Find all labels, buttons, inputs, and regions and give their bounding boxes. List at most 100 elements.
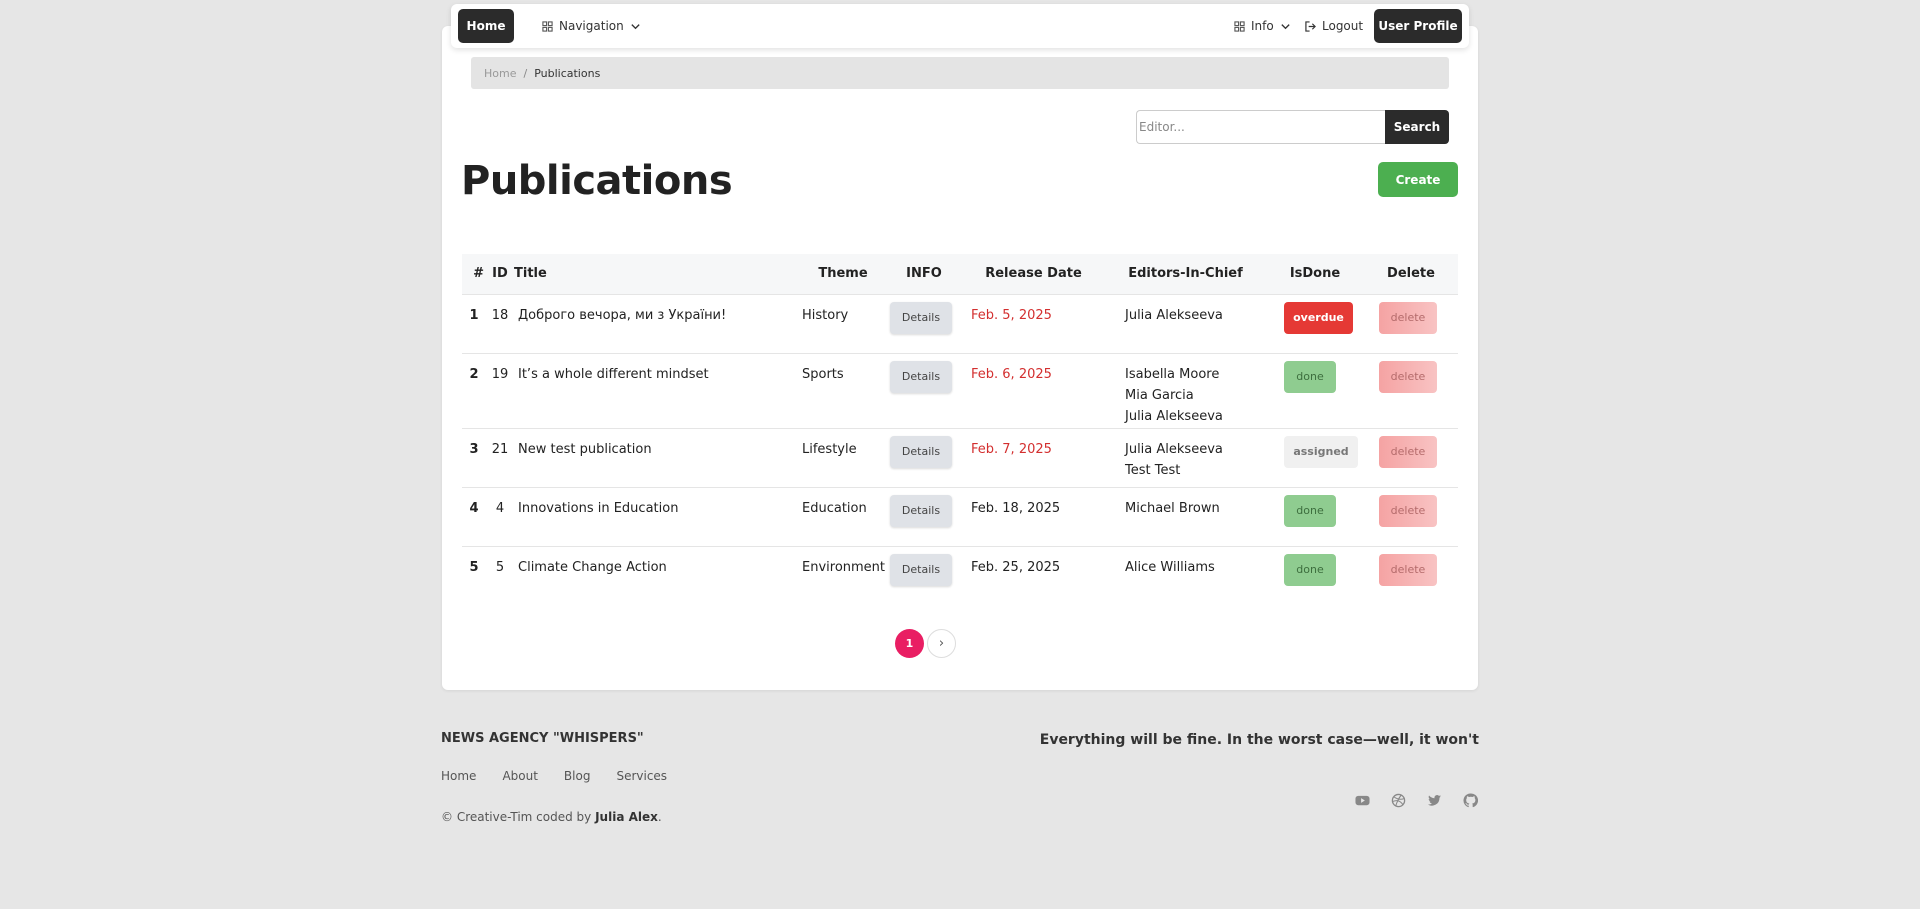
next-page-button[interactable]: › [927, 629, 956, 658]
logout-icon [1305, 20, 1316, 32]
dribbble-icon[interactable] [1390, 792, 1406, 808]
delete-button[interactable]: delete [1379, 435, 1437, 468]
youtube-icon[interactable] [1354, 792, 1370, 808]
chevron-down-icon [1281, 23, 1290, 29]
editor-name: Mia Garcia [1125, 387, 1194, 403]
row-id: 18 [486, 293, 514, 353]
table-header-row: # ID Title Theme INFO Release Date Edito… [462, 254, 1458, 294]
row-theme: Environment [800, 545, 886, 605]
navigation-dropdown[interactable]: Navigation [542, 4, 641, 48]
table-row: 5 5 Climate Change Action Environment De… [462, 545, 1458, 605]
footer-brand: NEWS AGENCY "WHISPERS" [441, 731, 644, 746]
user-profile-button[interactable]: User Profile [1374, 9, 1462, 43]
details-button[interactable]: Details [890, 301, 952, 334]
row-id: 5 [486, 545, 514, 605]
footer-link-services[interactable]: Services [616, 769, 667, 783]
status-badge[interactable]: done [1284, 494, 1336, 527]
details-button[interactable]: Details [890, 553, 952, 586]
table-row: 3 21 New test publication Lifestyle Deta… [462, 427, 1458, 487]
table-row: 1 18 Доброго вечора, ми з України! Histo… [462, 293, 1458, 353]
row-num: 5 [462, 545, 486, 605]
grid-icon [542, 20, 553, 32]
breadcrumb: Home / Publications [471, 57, 1449, 89]
breadcrumb-home[interactable]: Home [484, 67, 516, 80]
editor-search-input[interactable] [1136, 110, 1386, 144]
row-num: 1 [462, 293, 486, 353]
top-navbar: Home Navigation Info Logout User Profile [451, 4, 1469, 48]
header-editors: Editors-In-Chief [1128, 266, 1243, 282]
footer-link-about[interactable]: About [502, 769, 537, 783]
page-1-button[interactable]: 1 [895, 629, 924, 658]
row-title: It’s a whole different mindset [514, 352, 800, 428]
editor-name: Alice Williams [1125, 559, 1215, 575]
editor-name: Julia Alekseeva [1125, 307, 1223, 323]
grid-icon [1234, 20, 1245, 32]
navigation-label: Navigation [559, 19, 624, 33]
row-release-date: Feb. 7, 2025 [962, 427, 1105, 487]
row-num: 2 [462, 352, 486, 428]
row-title: Доброго вечора, ми з України! [514, 293, 800, 353]
header-release-date: Release Date [985, 266, 1082, 282]
delete-button[interactable]: delete [1379, 360, 1437, 393]
twitter-icon[interactable] [1426, 792, 1442, 808]
row-release-date: Feb. 18, 2025 [962, 486, 1105, 546]
footer-link-blog[interactable]: Blog [564, 769, 591, 783]
header-id: ID [492, 266, 508, 282]
breadcrumb-current: Publications [534, 66, 601, 80]
row-title: Climate Change Action [514, 545, 800, 605]
editor-name: Julia Alekseeva [1125, 441, 1223, 457]
table-row: 4 4 Innovations in Education Education D… [462, 486, 1458, 546]
row-release-date: Feb. 25, 2025 [962, 545, 1105, 605]
logout-label: Logout [1322, 19, 1364, 33]
header-info: INFO [906, 266, 942, 282]
row-title: New test publication [514, 427, 800, 487]
row-release-date: Feb. 6, 2025 [962, 352, 1105, 428]
copyright-author[interactable]: Julia Alex [595, 810, 658, 824]
header-delete: Delete [1387, 266, 1435, 282]
create-button[interactable]: Create [1378, 162, 1458, 197]
row-num: 3 [462, 427, 486, 487]
details-button[interactable]: Details [890, 360, 952, 393]
info-dropdown[interactable]: Info [1234, 4, 1291, 48]
page-title: Publications [461, 158, 733, 204]
chevron-down-icon [631, 23, 640, 29]
github-icon[interactable] [1462, 792, 1478, 808]
logout-link[interactable]: Logout [1305, 4, 1363, 48]
editor-name: Michael Brown [1125, 500, 1220, 516]
status-badge[interactable]: assigned [1284, 435, 1358, 468]
row-theme: Education [800, 486, 886, 546]
details-button[interactable]: Details [890, 494, 952, 527]
status-badge[interactable]: done [1284, 360, 1336, 393]
status-badge[interactable]: overdue [1284, 301, 1353, 334]
row-release-date: Feb. 5, 2025 [962, 293, 1105, 353]
row-id: 4 [486, 486, 514, 546]
delete-button[interactable]: delete [1379, 301, 1437, 334]
row-id: 19 [486, 352, 514, 428]
footer-tagline: Everything will be fine. In the worst ca… [1039, 732, 1479, 748]
home-button[interactable]: Home [458, 9, 514, 43]
footer-copyright: © Creative-Tim coded by Julia Alex. [441, 810, 662, 824]
info-label: Info [1251, 19, 1274, 33]
row-theme: History [800, 293, 886, 353]
row-theme: Lifestyle [800, 427, 886, 487]
status-badge[interactable]: done [1284, 553, 1336, 586]
row-title: Innovations in Education [514, 486, 800, 546]
table-row: 2 19 It’s a whole different mindset Spor… [462, 352, 1458, 428]
row-num: 4 [462, 486, 486, 546]
delete-button[interactable]: delete [1379, 494, 1437, 527]
details-button[interactable]: Details [890, 435, 952, 468]
copyright-suffix: . [657, 810, 662, 824]
editor-name: Isabella Moore [1125, 366, 1220, 382]
delete-button[interactable]: delete [1379, 553, 1437, 586]
breadcrumb-separator: / [523, 66, 528, 80]
publications-table: # ID Title Theme INFO Release Date Edito… [462, 254, 1458, 605]
search-button[interactable]: Search [1385, 110, 1449, 144]
pagination: 1 › [895, 629, 956, 658]
editor-name: Julia Alekseeva [1125, 408, 1223, 424]
row-id: 21 [486, 427, 514, 487]
header-num: # [473, 266, 484, 282]
editor-name: Test Test [1125, 462, 1181, 478]
footer-links: Home About Blog Services [441, 769, 667, 783]
row-theme: Sports [800, 352, 886, 428]
footer-link-home[interactable]: Home [441, 769, 476, 783]
